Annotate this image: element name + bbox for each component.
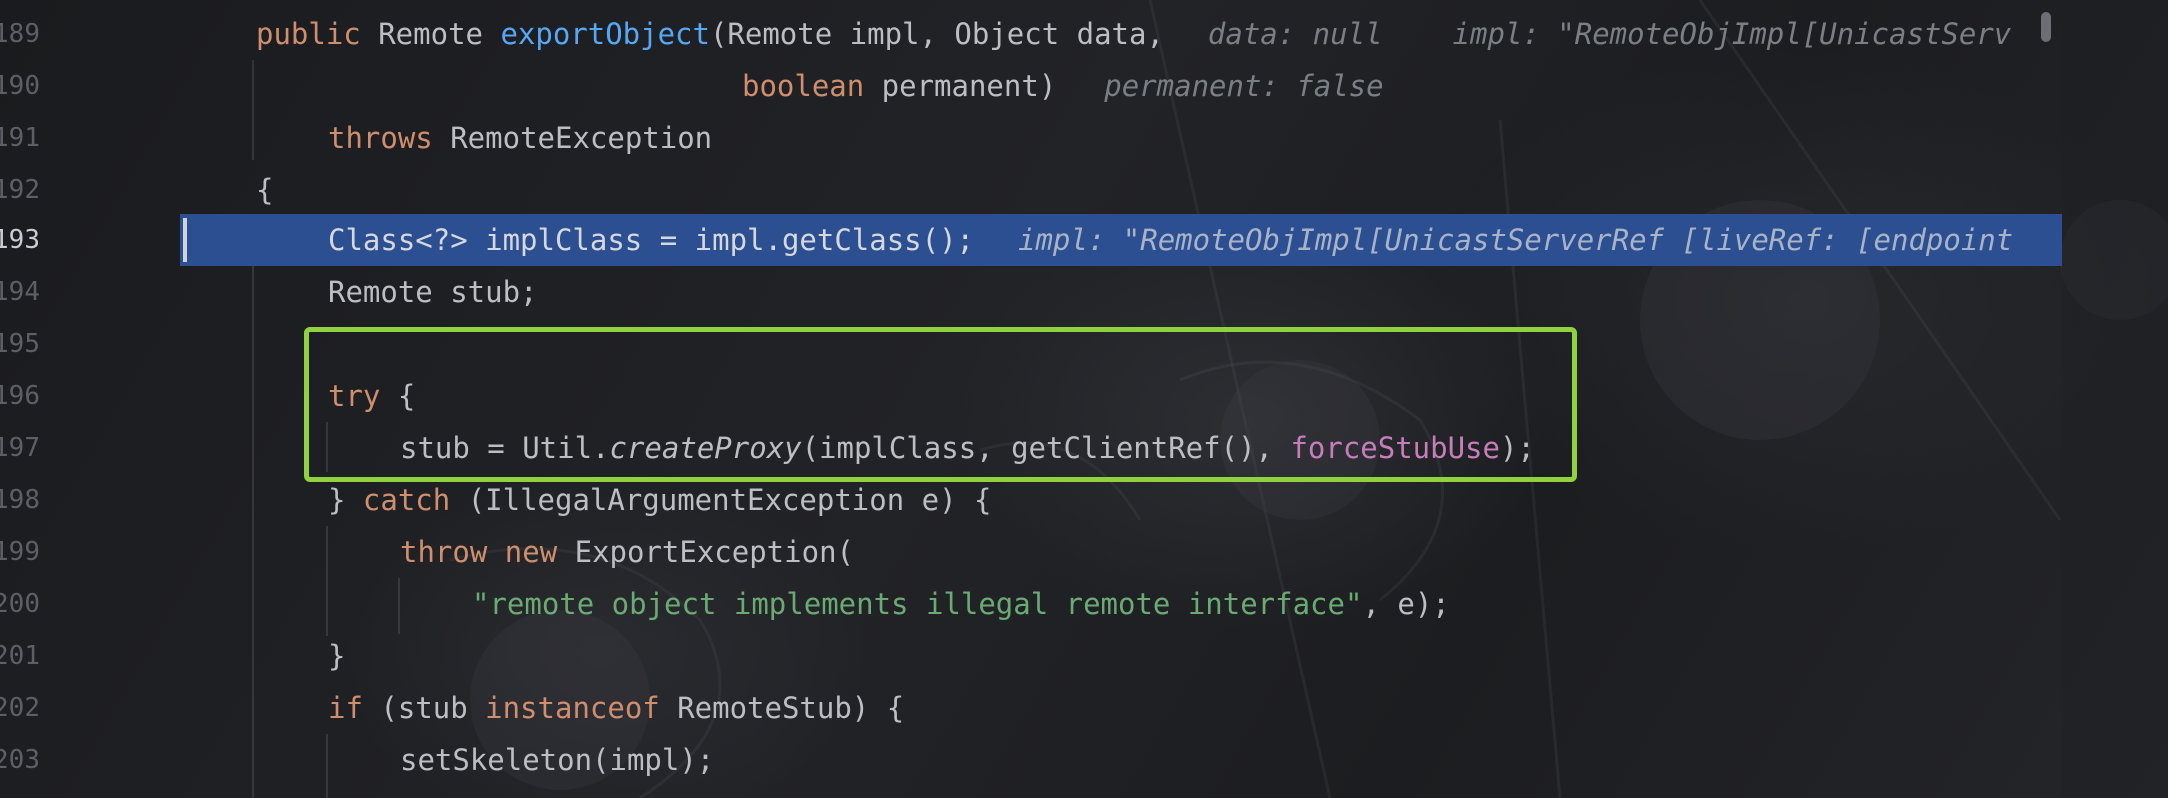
code-line-190[interactable]: boolean permanent) permanent: false bbox=[742, 60, 1384, 112]
string-literal: "remote object implements illegal remote… bbox=[472, 587, 1363, 621]
constructor-call: ExportException( bbox=[557, 535, 854, 569]
inlay-hint-data: data: null bbox=[1207, 17, 1383, 51]
condition-start: (stub bbox=[362, 691, 486, 725]
annotation-highlight-box bbox=[304, 327, 1577, 482]
line-number: 202 bbox=[0, 693, 40, 723]
keyword-throws: throws bbox=[328, 121, 433, 155]
parameter-list: (Remote impl, Object data, bbox=[709, 17, 1164, 51]
method-name: exportObject bbox=[500, 17, 710, 51]
inlay-hint-impl: impl: "RemoteObjImpl[UnicastServ bbox=[1452, 17, 2012, 51]
line-number: 190 bbox=[0, 71, 40, 101]
keyword-catch: catch bbox=[362, 483, 451, 517]
keyword-boolean: boolean bbox=[742, 69, 865, 103]
code-line-194[interactable]: Remote stub; bbox=[328, 266, 538, 318]
argument-tail: , e); bbox=[1362, 587, 1450, 621]
line-number: 200 bbox=[0, 589, 40, 619]
line-number: 203 bbox=[0, 745, 40, 775]
inlay-hint-permanent: permanent: false bbox=[1104, 69, 1384, 103]
indent-guide bbox=[326, 526, 328, 636]
line-number-active: 193 bbox=[0, 225, 40, 255]
line-number: 197 bbox=[0, 433, 40, 463]
exception-type: RemoteException bbox=[432, 121, 713, 155]
keyword-if: if bbox=[328, 691, 363, 725]
line-number-gutter: 189 190 191 192 193 194 195 196 197 198 … bbox=[0, 0, 120, 798]
close-brace: } bbox=[328, 483, 363, 517]
line-number: 201 bbox=[0, 641, 40, 671]
right-edge-panel bbox=[2062, 0, 2168, 798]
keyword-instanceof: instanceof bbox=[485, 691, 660, 725]
line-number: 199 bbox=[0, 537, 40, 567]
code-line-189[interactable]: public Remote exportObject(Remote impl, … bbox=[256, 8, 2011, 60]
code-line-201[interactable]: } bbox=[328, 630, 345, 682]
indent-guide bbox=[252, 266, 254, 798]
code-editor[interactable]: 189 190 191 192 193 194 195 196 197 198 … bbox=[0, 0, 2168, 798]
line-number: 189 bbox=[0, 19, 40, 49]
code-line-193[interactable]: Class<?> implClass = impl.getClass(); imp… bbox=[328, 214, 2062, 266]
code-line-191[interactable]: throws RemoteException bbox=[328, 112, 712, 164]
indent-guide bbox=[398, 578, 400, 634]
parameter-permanent: permanent) bbox=[864, 69, 1057, 103]
indent-guide bbox=[252, 60, 254, 160]
code-line-192[interactable]: { bbox=[256, 164, 273, 216]
return-type: Remote bbox=[360, 17, 501, 51]
code-line-202[interactable]: if (stub instanceof RemoteStub) { bbox=[328, 682, 904, 734]
code-line-200[interactable]: "remote object implements illegal remote… bbox=[472, 578, 1450, 630]
line-number: 195 bbox=[0, 329, 40, 359]
keyword-public: public bbox=[256, 17, 361, 51]
text-caret bbox=[183, 218, 187, 262]
condition-end: RemoteStub) { bbox=[659, 691, 905, 725]
line-number: 198 bbox=[0, 485, 40, 515]
catch-clause: (IllegalArgumentException e) { bbox=[450, 483, 992, 517]
line-number: 192 bbox=[0, 175, 40, 205]
code-line-199[interactable]: throw new ExportException( bbox=[400, 526, 854, 578]
code-line-203[interactable]: setSkeleton(impl); bbox=[400, 734, 714, 786]
keyword-throw: throw bbox=[400, 535, 488, 569]
vertical-scrollbar-thumb[interactable] bbox=[2041, 12, 2051, 42]
keyword-new: new bbox=[504, 535, 558, 569]
line-number: 194 bbox=[0, 277, 40, 307]
line-number: 196 bbox=[0, 381, 40, 411]
indent-guide bbox=[326, 734, 328, 798]
inlay-hint-impl: impl: "RemoteObjImpl[UnicastServerRef [l… bbox=[1018, 223, 2014, 257]
line-number: 191 bbox=[0, 123, 40, 153]
code-statement: Class<?> implClass = impl.getClass(); bbox=[328, 223, 975, 257]
